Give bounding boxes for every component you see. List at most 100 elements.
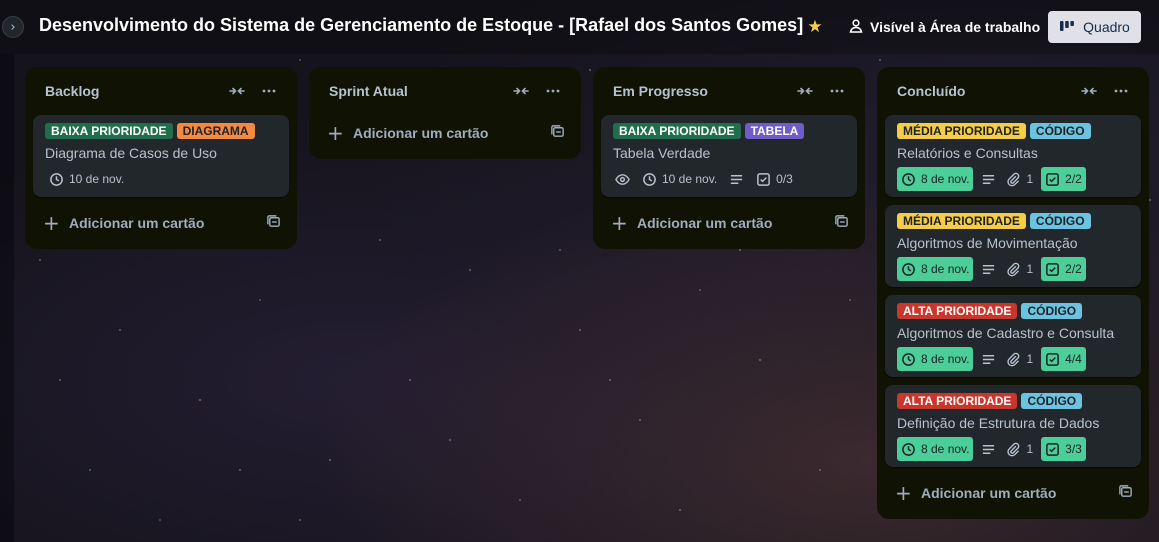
- board-title[interactable]: Desenvolvimento do Sistema de Gerenciame…: [39, 15, 803, 36]
- checklist-badge-text: 4/4: [1065, 352, 1082, 366]
- card-label[interactable]: CÓDIGO: [1029, 123, 1091, 139]
- due-date-badge: 10 de nov.: [638, 167, 721, 191]
- attachments-badge: 1: [1004, 437, 1035, 461]
- card-label[interactable]: MÉDIA PRIORIDADE: [897, 213, 1026, 229]
- card-label[interactable]: TABELA: [744, 123, 805, 139]
- card-label[interactable]: CÓDIGO: [1029, 213, 1091, 229]
- card[interactable]: MÉDIA PRIORIDADE CÓDIGO Algoritmos de Movi…: [885, 205, 1141, 287]
- card-label[interactable]: MÉDIA PRIORIDADE: [897, 123, 1026, 139]
- checklist-badge: 3/3: [1041, 437, 1086, 461]
- add-card-label: Adicionar um cartão: [921, 485, 1057, 501]
- collapse-list-icon[interactable]: [789, 75, 821, 107]
- create-from-template-icon[interactable]: [1118, 484, 1133, 503]
- more-options-icon[interactable]: [537, 75, 569, 107]
- list-column[interactable]: Concluído MÉDIA PRIORIDADE CÓDIGO Relatório…: [877, 67, 1149, 519]
- description-badge: [979, 257, 998, 281]
- plus-icon: +: [43, 211, 60, 235]
- due-date-badge-text: 8 de nov.: [921, 442, 970, 456]
- due-date-badge: 8 de nov.: [897, 257, 974, 281]
- checklist-badge: 0/3: [752, 167, 797, 191]
- more-options-icon[interactable]: [1105, 75, 1137, 107]
- star-icon[interactable]: ★: [805, 17, 825, 37]
- more-options-icon[interactable]: [821, 75, 853, 107]
- create-from-template-icon[interactable]: [266, 214, 281, 233]
- list-title[interactable]: Sprint Atual: [329, 83, 505, 99]
- expand-sidebar-button[interactable]: ›: [2, 16, 24, 38]
- description-icon: [981, 262, 996, 277]
- card-badges: 8 de nov. 1 2/2: [897, 167, 1129, 191]
- card[interactable]: ALTA PRIORIDADE CÓDIGO Definição de Estrut…: [885, 385, 1141, 467]
- attachments-badge: 1: [1004, 167, 1035, 191]
- card-labels: MÉDIA PRIORIDADE CÓDIGO: [897, 213, 1129, 229]
- checklist-icon: [1045, 352, 1060, 367]
- watching-badge: [613, 167, 632, 191]
- list-title[interactable]: Em Progresso: [613, 83, 789, 99]
- card-badges: 10 de nov.: [45, 167, 277, 191]
- card-label[interactable]: ALTA PRIORIDADE: [897, 393, 1018, 409]
- description-icon: [981, 172, 996, 187]
- card-badges: 8 de nov. 1 3/3: [897, 437, 1129, 461]
- add-card-button[interactable]: + Adicionar um cartão: [885, 475, 1141, 511]
- attachments-badge: 1: [1004, 347, 1035, 371]
- clock-icon: [49, 172, 64, 187]
- card-label[interactable]: BAIXA PRIORIDADE: [613, 123, 741, 139]
- attachments-badge-text: 1: [1026, 172, 1034, 186]
- card-label[interactable]: BAIXA PRIORIDADE: [45, 123, 173, 139]
- description-icon: [981, 442, 996, 457]
- add-card-label: Adicionar um cartão: [69, 215, 205, 231]
- description-badge: [727, 167, 746, 191]
- list-title[interactable]: Backlog: [45, 83, 221, 99]
- people-icon: [848, 18, 864, 37]
- list-header: Backlog: [33, 67, 289, 115]
- card-label[interactable]: CÓDIGO: [1021, 393, 1083, 409]
- add-card-button[interactable]: + Adicionar um cartão: [601, 205, 857, 241]
- paperclip-icon: [1006, 172, 1021, 187]
- card-title: Relatórios e Consultas: [897, 145, 1038, 161]
- card[interactable]: MÉDIA PRIORIDADE CÓDIGO Relatórios e Consu…: [885, 115, 1141, 197]
- card-labels: MÉDIA PRIORIDADE CÓDIGO: [897, 123, 1129, 139]
- due-date-badge: 8 de nov.: [897, 347, 974, 371]
- card-title: Definição de Estrutura de Dados: [897, 415, 1100, 431]
- more-options-icon[interactable]: [253, 75, 285, 107]
- sidebar-edge: [0, 54, 14, 542]
- board-view-label: Quadro: [1083, 19, 1130, 35]
- card[interactable]: BAIXA PRIORIDADE DIAGRAMA Diagrama de Caso…: [33, 115, 289, 197]
- visibility-label: Visível à Área de trabalho: [870, 19, 1041, 35]
- visibility-button[interactable]: Visível à Área de trabalho: [840, 12, 1048, 42]
- chevron-right-icon: ›: [10, 19, 16, 35]
- create-from-template-icon[interactable]: [550, 124, 565, 143]
- card-labels: BAIXA PRIORIDADE DIAGRAMA: [45, 123, 277, 139]
- add-card-button[interactable]: + Adicionar um cartão: [317, 115, 573, 151]
- paperclip-icon: [1006, 352, 1021, 367]
- list-title[interactable]: Concluído: [897, 83, 1073, 99]
- card-labels: ALTA PRIORIDADE CÓDIGO: [897, 303, 1129, 319]
- attachments-badge-text: 1: [1026, 442, 1034, 456]
- plus-icon: +: [327, 121, 344, 145]
- add-card-button[interactable]: + Adicionar um cartão: [33, 205, 289, 241]
- list-header: Concluído: [885, 67, 1141, 115]
- attachments-badge-text: 1: [1026, 352, 1034, 366]
- paperclip-icon: [1006, 442, 1021, 457]
- collapse-list-icon[interactable]: [505, 75, 537, 107]
- card-badges: 8 de nov. 1 2/2: [897, 257, 1129, 281]
- description-icon: [981, 352, 996, 367]
- list-column[interactable]: Backlog BAIXA PRIORIDADE DIAGRAMA Diagrama …: [25, 67, 297, 249]
- card[interactable]: ALTA PRIORIDADE CÓDIGO Algoritmos de Cadas…: [885, 295, 1141, 377]
- plus-icon: +: [611, 211, 628, 235]
- list-column[interactable]: Sprint Atual + Adicionar um cartão: [309, 67, 581, 159]
- collapse-list-icon[interactable]: [1073, 75, 1105, 107]
- board-view-button[interactable]: Quadro: [1048, 11, 1141, 43]
- create-from-template-icon[interactable]: [834, 214, 849, 233]
- clock-icon: [901, 172, 916, 187]
- checklist-badge-text: 3/3: [1065, 442, 1082, 456]
- card-label[interactable]: ALTA PRIORIDADE: [897, 303, 1018, 319]
- card[interactable]: BAIXA PRIORIDADE TABELA Tabela Verdade 10 d…: [601, 115, 857, 197]
- card-label[interactable]: CÓDIGO: [1021, 303, 1083, 319]
- collapse-list-icon[interactable]: [221, 75, 253, 107]
- due-date-badge-text: 8 de nov.: [921, 352, 970, 366]
- add-card-label: Adicionar um cartão: [637, 215, 773, 231]
- checklist-badge: 2/2: [1041, 167, 1086, 191]
- card-label[interactable]: DIAGRAMA: [176, 123, 255, 139]
- description-badge: [979, 347, 998, 371]
- list-column[interactable]: Em Progresso BAIXA PRIORIDADE TABELA Tabela…: [593, 67, 865, 249]
